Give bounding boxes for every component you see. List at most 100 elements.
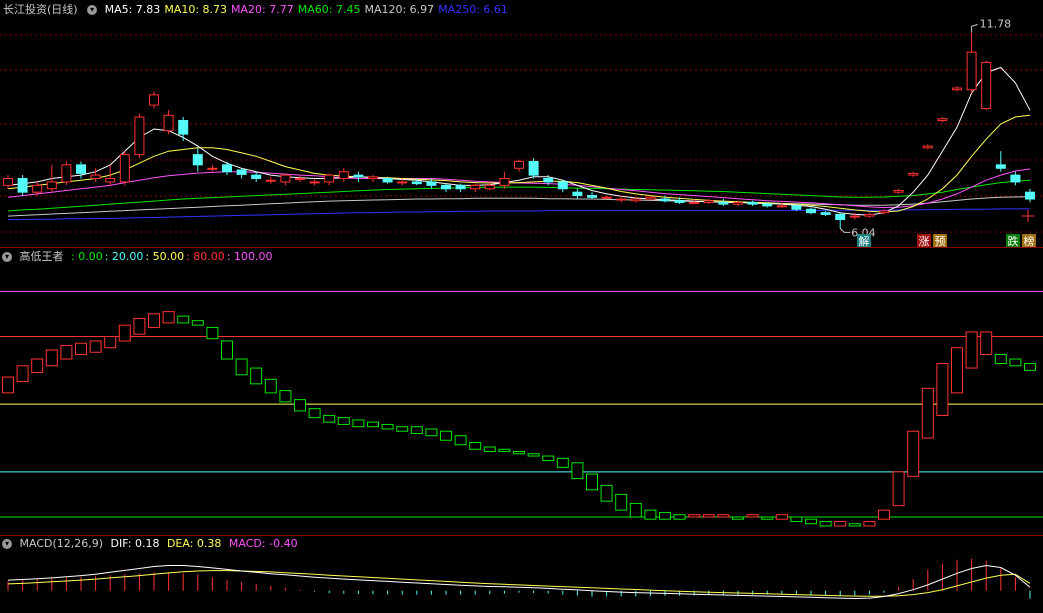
candle-body (178, 119, 189, 135)
indicator-box (732, 516, 744, 520)
indicator-box (279, 390, 292, 403)
candle-body (995, 164, 1006, 169)
indicator-box (586, 473, 598, 491)
signal-badge-label: 榜 (1024, 234, 1035, 248)
candle-body (514, 160, 524, 169)
candle-body (864, 213, 875, 217)
candle-body (251, 174, 262, 180)
candle-body (309, 181, 320, 184)
candle-body (280, 174, 291, 183)
candle-body (411, 181, 422, 185)
candle-body (922, 145, 933, 149)
candle-body (689, 201, 700, 204)
indicator-box (425, 428, 438, 437)
candle-body (149, 94, 159, 106)
indicator-box (221, 340, 233, 360)
high-price-label: 11.78 (980, 17, 1012, 30)
candle-body (470, 184, 481, 190)
indicator-box (396, 426, 409, 432)
indicator-box (761, 516, 774, 520)
indicator-box (980, 331, 993, 356)
candle-body (762, 203, 773, 207)
indicator-box (1024, 363, 1036, 371)
candle-body (674, 200, 685, 203)
indicator-box (834, 520, 847, 527)
indicator-box (878, 509, 890, 520)
candle-body (17, 178, 28, 193)
candle-body (426, 181, 437, 186)
candle-body (3, 178, 13, 186)
indicator-box (892, 471, 905, 507)
indicator-box (381, 423, 394, 430)
cursor-cross-icon (1022, 210, 1034, 222)
indicator-box (790, 516, 803, 522)
indicator-box (629, 502, 642, 518)
indicator-box (600, 484, 613, 502)
indicator-box (775, 514, 788, 520)
candle-body (484, 184, 495, 190)
ma5-line (7, 66, 1031, 216)
indicator-box (440, 430, 452, 441)
indicator-box (673, 514, 686, 520)
indicator-box (206, 326, 219, 340)
indicator-box (235, 358, 248, 376)
candle-body (587, 195, 597, 198)
indicator-box (191, 320, 204, 326)
indicator-box (659, 511, 671, 520)
candle-body (76, 164, 86, 174)
indicator-box (162, 311, 175, 324)
candle-body (543, 178, 554, 183)
candle-body (265, 179, 276, 182)
candle-body (601, 196, 612, 199)
indicator-box (571, 462, 584, 480)
indicator-box (264, 378, 277, 394)
indicator-box (513, 451, 525, 455)
candle-body (61, 164, 72, 183)
indicator-box (644, 509, 657, 520)
candle-body (879, 210, 889, 214)
candle-body (660, 198, 670, 202)
indicator-box (717, 514, 730, 518)
stock-chart[interactable]: 11.786.04解涨预跌榜 (0, 0, 1043, 613)
indicator-box (308, 408, 321, 419)
candle-body (718, 201, 729, 205)
candle-body (1025, 191, 1035, 200)
candle-body (572, 191, 583, 197)
indicator-box (148, 313, 160, 328)
indicator-box (951, 347, 963, 394)
indicator-box (542, 455, 555, 462)
signal-badge-label: 解 (859, 234, 870, 248)
candle-body (806, 208, 816, 214)
indicator-box (907, 430, 920, 477)
indicator-box (746, 514, 759, 518)
candle-body (207, 167, 218, 170)
indicator-box (863, 520, 876, 527)
candle-body (908, 172, 919, 176)
candle-body (397, 181, 408, 184)
candle-body (557, 181, 568, 190)
dif-line (7, 564, 1031, 600)
ma20-line (7, 168, 1031, 209)
candle-body (455, 184, 466, 190)
candle-body (1010, 174, 1021, 183)
candle-body (236, 169, 247, 175)
indicator-box (367, 421, 379, 428)
indicator-box (965, 331, 978, 369)
candle-body (134, 116, 145, 156)
indicator-box (805, 518, 817, 525)
indicator-box (60, 344, 73, 360)
signal-badge-label: 涨 (919, 235, 930, 248)
indicator-box (118, 324, 131, 342)
candle-body (820, 212, 831, 215)
indicator-box (615, 493, 628, 511)
indicator-box (89, 340, 102, 353)
indicator-box (819, 520, 832, 527)
candle-body (295, 178, 305, 181)
candle-body (441, 184, 451, 190)
high-marker-arrow (971, 23, 978, 33)
indicator-box (16, 365, 29, 383)
indicator-box (483, 446, 496, 453)
candle-body (90, 174, 101, 180)
candle-body (733, 201, 743, 205)
indicator-box (848, 523, 861, 527)
